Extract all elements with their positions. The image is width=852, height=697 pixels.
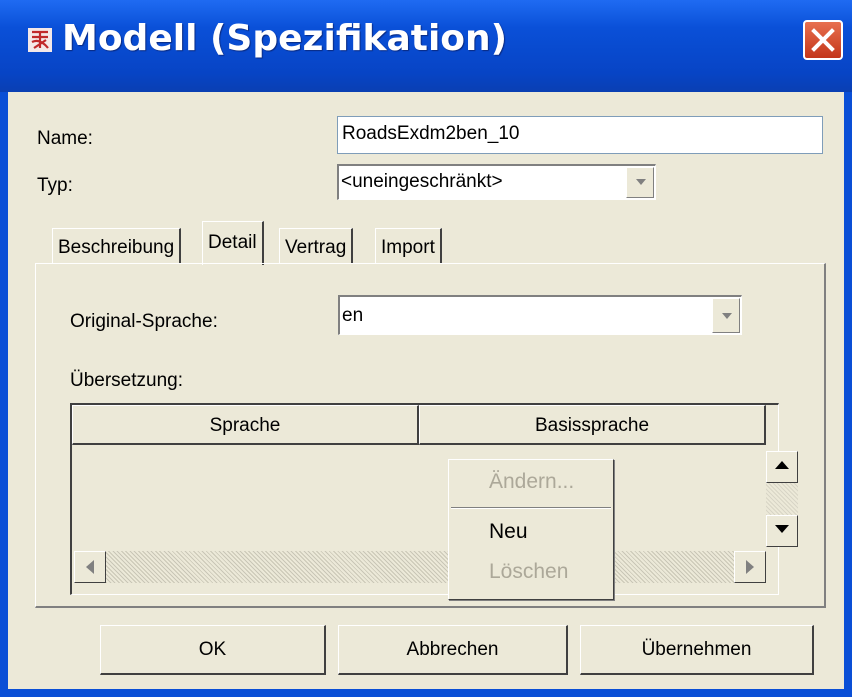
close-button[interactable] <box>803 20 843 60</box>
chevron-down-icon <box>636 179 646 185</box>
original-language-select[interactable]: en <box>338 295 742 335</box>
typ-select[interactable]: <uneingeschränkt> <box>337 164 656 200</box>
scroll-right-button[interactable] <box>734 551 766 583</box>
menu-item-aendern[interactable]: Ändern... <box>489 470 574 494</box>
tab-beschreibung[interactable]: Beschreibung <box>52 228 182 264</box>
arrow-down-icon <box>775 525 789 533</box>
horizontal-scroll-track[interactable] <box>106 551 734 583</box>
tab-detail[interactable]: Detail <box>202 221 264 265</box>
title-bar[interactable]: Modell (Spezifikation) <box>0 0 852 92</box>
tab-vertrag[interactable]: Vertrag <box>279 228 354 264</box>
close-icon <box>811 28 835 52</box>
context-menu: Ändern... Neu Löschen <box>448 459 614 600</box>
scroll-left-button[interactable] <box>74 551 106 583</box>
translation-table[interactable]: Sprache Basissprache <box>70 403 798 595</box>
menu-item-neu[interactable]: Neu <box>489 520 528 544</box>
column-header-sprache[interactable]: Sprache <box>72 405 419 445</box>
vertical-scroll-track[interactable] <box>766 483 798 515</box>
menu-separator <box>451 507 611 509</box>
scroll-down-button[interactable] <box>766 515 798 547</box>
name-input[interactable]: RoadsExdm2ben_10 <box>337 116 823 154</box>
scroll-up-button[interactable] <box>766 451 798 483</box>
column-header-basissprache[interactable]: Basissprache <box>419 405 766 445</box>
window-title: Modell (Spezifikation) <box>62 18 508 59</box>
translation-label: Übersetzung: <box>70 370 184 391</box>
translation-table-body[interactable] <box>72 445 766 551</box>
typ-label: Typ: <box>37 175 73 196</box>
original-language-label: Original-Sprache: <box>70 311 218 332</box>
cancel-button[interactable]: Abbrechen <box>338 625 568 675</box>
typ-select-value: <uneingeschränkt> <box>341 171 503 192</box>
original-language-dropdown-button[interactable] <box>712 298 740 333</box>
typ-dropdown-button[interactable] <box>626 167 654 198</box>
ok-button[interactable]: OK <box>100 625 326 675</box>
apply-button[interactable]: Übernehmen <box>580 625 814 675</box>
tab-import[interactable]: Import <box>375 228 442 264</box>
arrow-left-icon <box>86 560 94 574</box>
name-label: Name: <box>37 128 93 149</box>
arrow-up-icon <box>775 461 789 469</box>
menu-item-loeschen[interactable]: Löschen <box>489 560 568 584</box>
chevron-down-icon <box>722 313 732 319</box>
arrow-right-icon <box>746 560 754 574</box>
app-logo-icon <box>28 28 52 52</box>
original-language-value: en <box>342 305 364 326</box>
